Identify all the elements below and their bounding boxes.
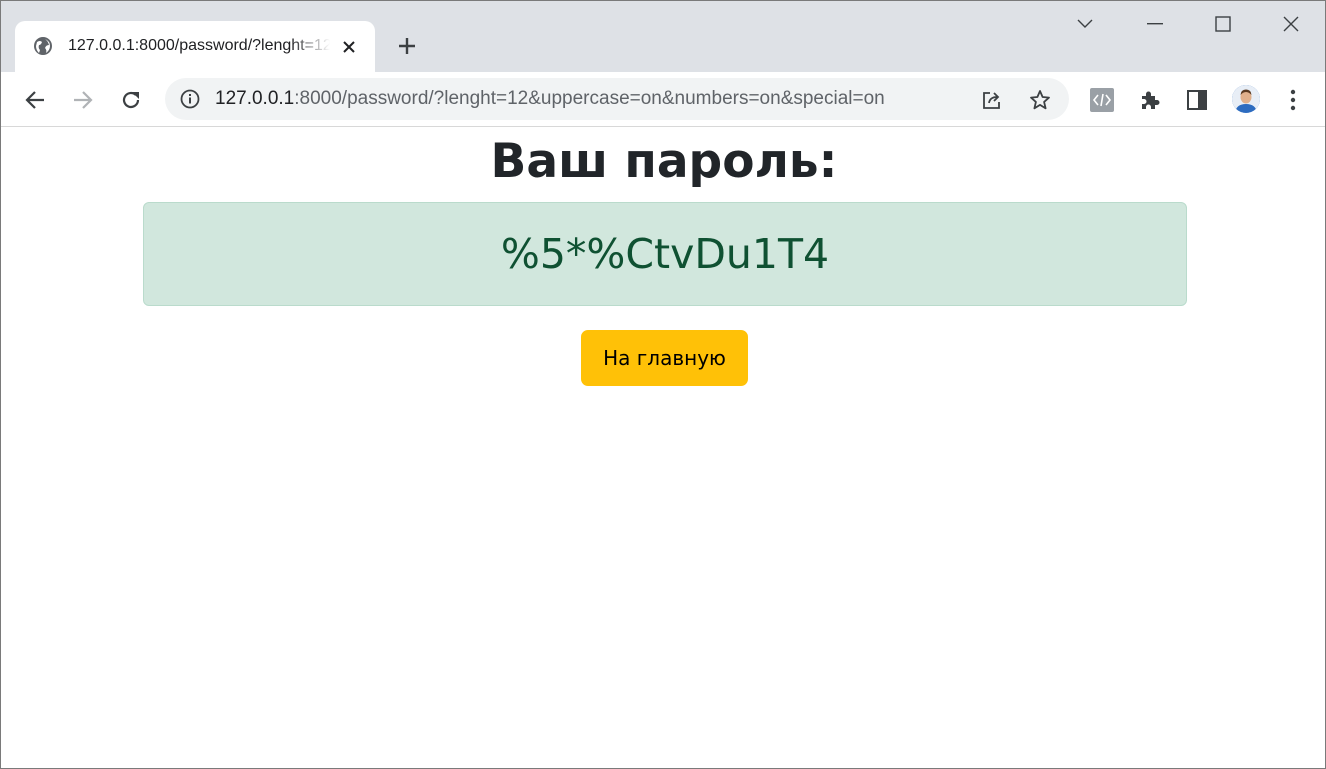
url-text: 127.0.0.1:8000/password/?lenght=12&upper… bbox=[215, 87, 885, 111]
address-bar[interactable]: 127.0.0.1:8000/password/?lenght=12&upper… bbox=[165, 78, 1069, 120]
tab-search-icon[interactable] bbox=[1065, 9, 1105, 39]
arrow-left-icon[interactable] bbox=[19, 84, 51, 116]
generated-password: %5*%CtvDu1T4 bbox=[500, 230, 830, 278]
page-title: Ваш пароль: bbox=[490, 134, 838, 189]
puzzle-icon[interactable] bbox=[1134, 84, 1166, 116]
password-alert: %5*%CtvDu1T4 bbox=[143, 202, 1187, 306]
tab-title: 127.0.0.1:8000/password/?lenght=12&upper… bbox=[68, 37, 330, 54]
close-window-icon[interactable] bbox=[1271, 9, 1311, 39]
arrow-right-icon[interactable] bbox=[67, 84, 99, 116]
browser-tab[interactable]: 127.0.0.1:8000/password/?lenght=12&upper… bbox=[15, 21, 375, 72]
tab-strip: 127.0.0.1:8000/password/?lenght=12&upper… bbox=[1, 1, 1325, 72]
maximize-icon[interactable] bbox=[1203, 9, 1243, 39]
side-panel-icon[interactable] bbox=[1181, 84, 1213, 116]
browser-window: 127.0.0.1:8000/password/?lenght=12&upper… bbox=[0, 0, 1326, 769]
globe-icon bbox=[33, 36, 53, 56]
home-button[interactable]: На главную bbox=[581, 330, 748, 386]
minimize-icon[interactable] bbox=[1135, 9, 1175, 39]
share-icon[interactable] bbox=[979, 87, 1005, 113]
star-icon[interactable] bbox=[1027, 87, 1053, 113]
url-path: :8000/password/?lenght=12&uppercase=on&n… bbox=[294, 88, 885, 109]
reload-icon[interactable] bbox=[115, 84, 147, 116]
profile-avatar[interactable] bbox=[1232, 85, 1260, 113]
page-content: Ваш пароль: %5*%CtvDu1T4 На главную bbox=[1, 127, 1325, 768]
url-host: 127.0.0.1 bbox=[215, 88, 295, 109]
code-extension-icon[interactable] bbox=[1086, 84, 1118, 116]
info-icon[interactable] bbox=[179, 88, 201, 110]
close-icon[interactable] bbox=[337, 35, 361, 59]
kebab-menu-icon[interactable] bbox=[1277, 84, 1309, 116]
browser-toolbar: 127.0.0.1:8000/password/?lenght=12&upper… bbox=[1, 72, 1325, 127]
plus-icon[interactable] bbox=[393, 32, 421, 60]
